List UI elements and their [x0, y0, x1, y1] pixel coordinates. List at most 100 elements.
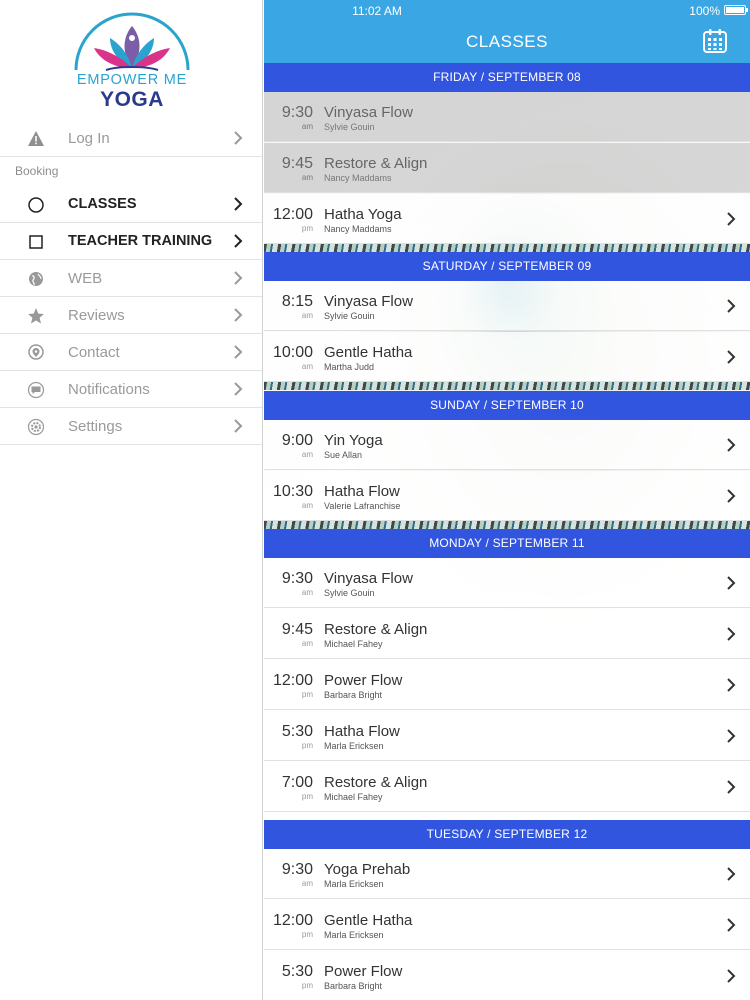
class-row[interactable]: 5:30 pm Hatha Flow Marla Ericksen [264, 711, 750, 761]
class-name: Power Flow [324, 672, 403, 689]
class-teacher: Martha Judd [324, 362, 375, 372]
chevron-right-icon [727, 438, 736, 452]
chevron-right-icon [234, 271, 243, 285]
sidebar: EMPOWER ME YOGA Log In Booking CLASSES T… [0, 0, 263, 1000]
class-teacher: Michael Fahey [324, 639, 383, 649]
class-teacher: Sue Allan [324, 450, 363, 460]
class-teacher: Valerie Lafranchise [324, 501, 401, 511]
class-row[interactable]: 9:45 am Restore & Align Nancy Maddams [264, 143, 750, 193]
sidebar-item-notifications[interactable]: Notifications [0, 371, 262, 408]
chevron-right-icon [234, 345, 243, 359]
sidebar-item-contact[interactable]: Contact [0, 334, 262, 371]
sidebar-item-label: Log In [68, 130, 110, 147]
class-row[interactable]: 9:30 am Yoga Prehab Marla Ericksen [264, 849, 750, 899]
day-header: FRIDAY / SEPTEMBER 08 [264, 63, 750, 92]
class-teacher: Marla Ericksen [324, 930, 384, 940]
class-time: 12:00 [272, 912, 313, 929]
class-ampm: am [301, 122, 313, 131]
class-row[interactable]: 9:00 am Yin Yoga Sue Allan [264, 420, 750, 470]
class-name: Gentle Hatha [324, 912, 413, 929]
class-row[interactable]: 9:45 am Restore & Align Michael Fahey [264, 609, 750, 659]
class-row[interactable]: 7:00 pm Restore & Align Michael Fahey [264, 762, 750, 812]
class-ampm: pm [301, 741, 313, 750]
class-ampm: am [301, 879, 313, 888]
class-ampm: pm [301, 224, 313, 233]
class-name: Hatha Flow [324, 483, 400, 500]
class-row[interactable]: 8:15 am Vinyasa Flow Sylvie Gouin [264, 281, 750, 331]
gear-icon [27, 418, 45, 436]
class-ampm: pm [301, 981, 313, 990]
chevron-right-icon [727, 299, 736, 313]
sidebar-item-teacher-training[interactable]: TEACHER TRAINING [0, 223, 262, 260]
status-battery: 100% [689, 4, 720, 18]
feather-background-strip [264, 521, 750, 529]
class-time: 9:30 [281, 570, 313, 587]
class-row[interactable]: 12:00 pm Power Flow Barbara Bright [264, 660, 750, 710]
class-row[interactable]: 12:00 pm Hatha Yoga Nancy Maddams [264, 194, 750, 244]
class-ampm: am [301, 588, 313, 597]
chevron-right-icon [234, 419, 243, 433]
class-time: 10:00 [272, 344, 313, 361]
sidebar-item-login[interactable]: Log In [0, 120, 262, 157]
chevron-right-icon [727, 780, 736, 794]
class-ampm: pm [301, 792, 313, 801]
class-row[interactable]: 9:30 am Vinyasa Flow Sylvie Gouin [264, 558, 750, 608]
class-name: Gentle Hatha [324, 344, 413, 361]
location-pin-icon [28, 344, 44, 360]
battery-icon [724, 5, 748, 15]
status-time: 11:02 AM [352, 4, 402, 18]
day-header: TUESDAY / SEPTEMBER 12 [264, 820, 750, 849]
chevron-right-icon [727, 576, 736, 590]
sidebar-item-label: Reviews [68, 307, 125, 324]
class-name: Hatha Flow [324, 723, 400, 740]
class-name: Vinyasa Flow [324, 104, 413, 121]
chevron-right-icon [727, 489, 736, 503]
chevron-right-icon [234, 197, 243, 211]
class-time: 12:00 [272, 672, 313, 689]
brand-line1: EMPOWER ME [76, 72, 188, 88]
class-name: Yin Yoga [324, 432, 383, 449]
class-teacher: Sylvie Gouin [324, 311, 375, 321]
class-time: 12:00 [272, 206, 313, 223]
class-teacher: Sylvie Gouin [324, 122, 375, 132]
sidebar-item-web[interactable]: WEB [0, 260, 262, 297]
class-teacher: Michael Fahey [324, 792, 383, 802]
class-time: 9:45 [281, 621, 313, 638]
class-row[interactable]: 10:00 am Gentle Hatha Martha Judd [264, 332, 750, 382]
class-name: Restore & Align [324, 621, 428, 638]
sidebar-item-label: TEACHER TRAINING [68, 233, 213, 249]
class-row[interactable]: 12:00 pm Gentle Hatha Marla Ericksen [264, 900, 750, 950]
class-time: 5:30 [281, 723, 313, 740]
calendar-icon[interactable] [702, 28, 728, 54]
brand-line2: YOGA [100, 88, 164, 111]
class-name: Vinyasa Flow [324, 293, 413, 310]
class-ampm: am [301, 450, 313, 459]
class-ampm: pm [301, 690, 313, 699]
day-header: MONDAY / SEPTEMBER 11 [264, 529, 750, 558]
chevron-right-icon [727, 350, 736, 364]
class-teacher: Marla Ericksen [324, 741, 384, 751]
class-ampm: am [301, 173, 313, 182]
class-time: 8:15 [281, 293, 313, 310]
sidebar-item-classes[interactable]: CLASSES [0, 186, 262, 223]
class-row[interactable]: 10:30 am Hatha Flow Valerie Lafranchise [264, 471, 750, 521]
chevron-right-icon [727, 212, 736, 226]
class-time: 9:30 [281, 104, 313, 121]
class-ampm: am [301, 311, 313, 320]
class-row[interactable]: 9:30 am Vinyasa Flow Sylvie Gouin [264, 92, 750, 142]
sidebar-item-reviews[interactable]: Reviews [0, 297, 262, 334]
lotus-logo-icon [74, 12, 190, 71]
chevron-right-icon [234, 131, 243, 145]
class-time: 10:30 [272, 483, 313, 500]
feather-background-strip [264, 382, 750, 390]
sidebar-item-label: CLASSES [68, 196, 137, 212]
class-name: Vinyasa Flow [324, 570, 413, 587]
classes-panel: 11:02 AM 100% CLASSES FRIDAY / SEPTEMBER… [264, 0, 750, 1000]
class-name: Power Flow [324, 963, 403, 980]
chevron-right-icon [727, 969, 736, 983]
sidebar-item-label: Settings [68, 418, 123, 435]
sidebar-item-settings[interactable]: Settings [0, 408, 262, 445]
day-header: SATURDAY / SEPTEMBER 09 [264, 252, 750, 281]
class-teacher: Marla Ericksen [324, 879, 384, 889]
class-row[interactable]: 5:30 pm Power Flow Barbara Bright [264, 951, 750, 1000]
